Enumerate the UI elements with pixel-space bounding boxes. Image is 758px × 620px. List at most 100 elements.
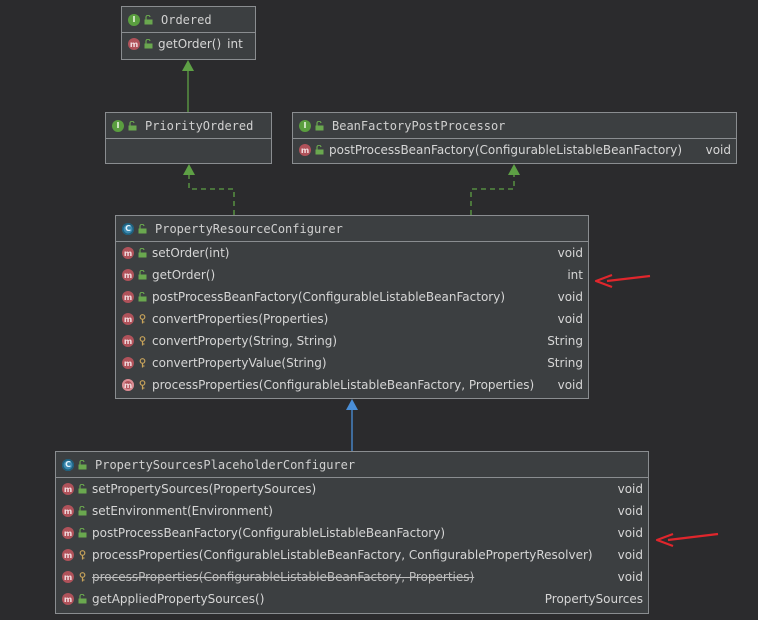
member-row[interactable]: m postProcessBeanFactory(ConfigurableLis… <box>293 139 736 161</box>
member-signature: getOrder() <box>158 37 222 51</box>
node-header: C PropertySourcesPlaceholderConfigurer <box>56 452 648 478</box>
member-row[interactable]: m convertPropertyValue(String) String <box>116 352 588 374</box>
node-title: PropertyResourceConfigurer <box>155 221 343 236</box>
unlocked-icon <box>138 292 147 302</box>
method-icon: m <box>62 549 74 561</box>
member-return-type: void <box>557 290 583 304</box>
member-signature: processProperties(ConfigurableListableBe… <box>92 548 593 562</box>
member-row-deprecated[interactable]: m processProperties(ConfigurableListable… <box>56 566 648 588</box>
node-beanfactorypostprocessor[interactable]: I BeanFactoryPostProcessor m postProcess… <box>292 112 737 164</box>
unlocked-icon <box>138 248 147 258</box>
member-row[interactable]: m processProperties(ConfigurableListable… <box>116 374 588 396</box>
member-signature: convertPropertyValue(String) <box>152 356 327 370</box>
member-return-type: void <box>705 143 731 157</box>
member-return-type: void <box>617 570 643 584</box>
member-row[interactable]: m setOrder(int) void <box>116 242 588 264</box>
unlocked-icon <box>315 145 324 155</box>
member-signature: postProcessBeanFactory(ConfigurableLista… <box>329 143 683 157</box>
member-signature: processProperties(ConfigurableListableBe… <box>152 378 535 392</box>
node-title: Ordered <box>161 12 212 27</box>
member-signature: setOrder(int) <box>152 246 230 260</box>
method-icon: m <box>62 483 74 495</box>
method-icon: m <box>122 335 134 347</box>
member-return-type: PropertySources <box>544 592 643 606</box>
member-signature: setPropertySources(PropertySources) <box>92 482 317 496</box>
member-row[interactable]: m postProcessBeanFactory(ConfigurableLis… <box>56 522 648 544</box>
red-annotation-arrow-2 <box>655 532 719 548</box>
member-signature: getOrder() <box>152 268 216 282</box>
member-row[interactable]: m postProcessBeanFactory(ConfigurableLis… <box>116 286 588 308</box>
node-propertyresourceconfigurer[interactable]: C PropertyResourceConfigurer m setOrder(… <box>115 215 589 399</box>
member-return-type: void <box>617 548 643 562</box>
class-icon: C <box>62 458 74 471</box>
member-signature: setEnvironment(Environment) <box>92 504 273 518</box>
extends-arrow-priorityordered-ordered <box>182 60 194 112</box>
abstract-class-icon: C <box>122 222 134 235</box>
member-row[interactable]: m setPropertySources(PropertySources) vo… <box>56 478 648 500</box>
method-icon: m <box>62 527 74 539</box>
interface-icon: I <box>112 119 124 132</box>
member-row[interactable]: m convertProperty(String, String) String <box>116 330 588 352</box>
key-icon <box>79 572 86 582</box>
abstract-method-icon: m <box>122 379 134 391</box>
node-header: C PropertyResourceConfigurer <box>116 216 588 242</box>
node-header: I BeanFactoryPostProcessor <box>293 113 736 139</box>
red-annotation-arrow-1 <box>594 273 651 289</box>
method-icon: m <box>62 593 74 605</box>
node-title: PropertySourcesPlaceholderConfigurer <box>95 457 356 472</box>
unlocked-icon <box>128 120 137 130</box>
method-icon: m <box>299 144 311 156</box>
member-return-type: void <box>557 312 583 326</box>
method-icon: m <box>122 269 134 281</box>
member-return-type: String <box>547 334 583 348</box>
member-return-type: void <box>557 246 583 260</box>
member-signature: processProperties(ConfigurableListableBe… <box>92 570 475 584</box>
extends-arrow-pspc-prc <box>346 399 358 451</box>
node-title: BeanFactoryPostProcessor <box>332 118 506 133</box>
unlocked-icon <box>144 14 153 24</box>
unlocked-icon <box>78 594 87 604</box>
node-header: I Ordered <box>122 7 255 33</box>
method-icon: m <box>62 571 74 583</box>
member-return-type: void <box>617 482 643 496</box>
member-row[interactable]: m processProperties(ConfigurableListable… <box>56 544 648 566</box>
unlocked-icon <box>315 120 324 130</box>
unlocked-icon <box>78 459 87 469</box>
member-signature: getAppliedPropertySources() <box>92 592 265 606</box>
member-return-type: void <box>617 504 643 518</box>
key-icon <box>139 358 146 368</box>
method-icon: m <box>122 357 134 369</box>
member-row[interactable]: m getOrder() int <box>116 264 588 286</box>
key-icon <box>79 550 86 560</box>
member-row[interactable]: m getAppliedPropertySources() PropertySo… <box>56 588 648 610</box>
method-icon: m <box>122 247 134 259</box>
member-return-type: String <box>547 356 583 370</box>
unlocked-icon <box>138 223 147 233</box>
method-icon: m <box>62 505 74 517</box>
method-icon: m <box>122 291 134 303</box>
empty-members <box>106 139 271 163</box>
node-header: I PriorityOrdered <box>106 113 271 139</box>
unlocked-icon <box>138 270 147 280</box>
member-signature: postProcessBeanFactory(ConfigurableLista… <box>92 526 446 540</box>
member-row[interactable]: m setEnvironment(Environment) void <box>56 500 648 522</box>
unlocked-icon <box>78 528 87 538</box>
member-return-type: void <box>557 378 583 392</box>
key-icon <box>139 336 146 346</box>
node-propertysourcesplaceholderconfigurer[interactable]: C PropertySourcesPlaceholderConfigurer m… <box>55 451 649 614</box>
node-ordered[interactable]: I Ordered m getOrder() int <box>121 6 256 60</box>
member-signature: convertProperties(Properties) <box>152 312 329 326</box>
node-title: PriorityOrdered <box>145 118 254 133</box>
member-signature: convertProperty(String, String) <box>152 334 338 348</box>
member-row[interactable]: m getOrder() int <box>122 33 255 55</box>
unlocked-icon <box>78 484 87 494</box>
interface-icon: I <box>128 13 140 26</box>
interface-icon: I <box>299 119 311 132</box>
method-icon: m <box>122 313 134 325</box>
member-return-type: void <box>617 526 643 540</box>
implements-arrow-prc-priorityordered <box>183 164 235 215</box>
member-return-type: int <box>567 268 583 282</box>
node-priorityordered[interactable]: I PriorityOrdered <box>105 112 272 164</box>
member-signature: postProcessBeanFactory(ConfigurableLista… <box>152 290 506 304</box>
member-row[interactable]: m convertProperties(Properties) void <box>116 308 588 330</box>
